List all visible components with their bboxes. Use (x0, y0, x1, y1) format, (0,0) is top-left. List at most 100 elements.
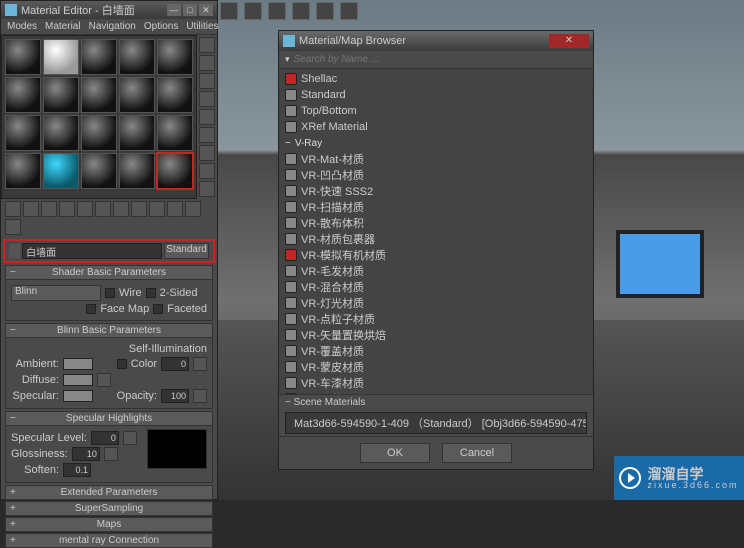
go-forward-icon[interactable] (5, 219, 21, 235)
video-check-icon[interactable] (199, 109, 215, 125)
toolbar-icon[interactable] (292, 2, 310, 20)
rollout-mental-ray[interactable]: mental ray Connection (5, 533, 213, 548)
material-slot[interactable] (81, 39, 117, 75)
material-slot[interactable] (119, 77, 155, 113)
browser-titlebar[interactable]: Material/Map Browser ✕ (279, 31, 593, 51)
self-illum-map-button[interactable] (193, 357, 207, 371)
material-slot[interactable] (43, 115, 79, 151)
material-swatch-icon (285, 185, 297, 197)
material-slot[interactable] (119, 115, 155, 151)
material-slot[interactable] (81, 153, 117, 189)
material-slot[interactable] (43, 39, 79, 75)
self-illum-color-checkbox[interactable] (117, 359, 127, 369)
material-map-navigator-icon[interactable] (199, 181, 215, 197)
two-sided-checkbox[interactable] (146, 288, 156, 298)
pick-material-icon[interactable] (9, 244, 20, 258)
put-to-scene-icon[interactable] (23, 201, 39, 217)
material-slot[interactable] (81, 77, 117, 113)
material-slots (1, 35, 197, 199)
shader-combo[interactable]: Blinn (11, 285, 101, 301)
preview-icon[interactable] (199, 127, 215, 143)
material-slot[interactable] (157, 115, 193, 151)
search-input[interactable] (294, 54, 587, 65)
material-editor-titlebar[interactable]: Material Editor - 白墙面 — □ ✕ (1, 1, 217, 19)
material-slot[interactable] (5, 39, 41, 75)
toolbar-icon[interactable] (268, 2, 286, 20)
show-map-icon[interactable] (149, 201, 165, 217)
scene-material-item[interactable]: Mat3d66-594590-1-409 （Standard） [Obj3d66… (285, 412, 587, 434)
material-type-button[interactable]: Standard (164, 243, 209, 259)
material-slot[interactable] (5, 153, 41, 189)
options-icon[interactable] (199, 145, 215, 161)
sample-uv-icon[interactable] (199, 91, 215, 107)
diffuse-swatch[interactable] (63, 374, 93, 386)
toolbar-icon[interactable] (316, 2, 334, 20)
material-id-icon[interactable] (131, 201, 147, 217)
opacity-map-button[interactable] (193, 389, 207, 403)
toolbar-icon[interactable] (340, 2, 358, 20)
menu-modes[interactable]: Modes (7, 21, 37, 32)
toolbar-icon[interactable] (220, 2, 238, 20)
get-material-icon[interactable] (5, 201, 21, 217)
material-swatch-icon (285, 217, 297, 229)
material-slot[interactable] (5, 77, 41, 113)
sample-type-icon[interactable] (199, 37, 215, 53)
rollout-supersampling[interactable]: SuperSampling (5, 501, 213, 516)
cancel-button[interactable]: Cancel (442, 443, 512, 463)
backlight-icon[interactable] (199, 55, 215, 71)
gloss-map-button[interactable] (104, 447, 118, 461)
diffuse-map-button[interactable] (97, 373, 111, 387)
close-button[interactable]: ✕ (199, 4, 213, 16)
spec-level-map-button[interactable] (123, 431, 137, 445)
rollout-header[interactable]: Blinn Basic Parameters (5, 323, 213, 338)
material-slot-selected[interactable] (157, 153, 193, 189)
self-illum-spinner[interactable]: 0 (161, 357, 189, 371)
go-parent-icon[interactable] (185, 201, 201, 217)
soften-spinner[interactable]: 0.1 (63, 463, 91, 477)
rollout-extended-parameters[interactable]: Extended Parameters (5, 485, 213, 500)
material-name-input[interactable] (22, 243, 162, 259)
specular-swatch[interactable] (63, 390, 93, 402)
rollout-maps[interactable]: Maps (5, 517, 213, 532)
material-slot[interactable] (157, 39, 193, 75)
minimize-button[interactable]: — (167, 4, 181, 16)
opacity-spinner[interactable]: 100 (161, 389, 189, 403)
maximize-button[interactable]: □ (183, 4, 197, 16)
gloss-spinner[interactable]: 10 (72, 447, 100, 461)
ambient-swatch[interactable] (63, 358, 93, 370)
toolbar-icon[interactable] (244, 2, 262, 20)
spec-level-spinner[interactable]: 0 (91, 431, 119, 445)
material-slot[interactable] (81, 115, 117, 151)
menu-navigation[interactable]: Navigation (89, 21, 136, 32)
material-slot[interactable] (43, 77, 79, 113)
material-swatch-icon (285, 265, 297, 277)
material-slot[interactable] (5, 115, 41, 151)
make-copy-icon[interactable] (77, 201, 93, 217)
material-swatch-icon (285, 329, 297, 341)
menu-utilities[interactable]: Utilities (186, 21, 218, 32)
close-button[interactable]: ✕ (549, 34, 589, 48)
background-icon[interactable] (199, 73, 215, 89)
list-group-vray[interactable]: V-Ray (279, 135, 593, 151)
menu-material[interactable]: Material (45, 21, 81, 32)
make-unique-icon[interactable] (95, 201, 111, 217)
material-list[interactable]: Shellac Standard Top/Bottom XRef Materia… (279, 69, 593, 394)
reset-map-icon[interactable] (59, 201, 75, 217)
face-map-checkbox[interactable] (86, 304, 96, 314)
rollout-header[interactable]: Shader Basic Parameters (5, 265, 213, 280)
material-slot[interactable] (157, 77, 193, 113)
show-end-result-icon[interactable] (167, 201, 183, 217)
assign-to-selection-icon[interactable] (41, 201, 57, 217)
faceted-checkbox[interactable] (153, 304, 163, 314)
put-to-library-icon[interactable] (113, 201, 129, 217)
material-slot[interactable] (43, 153, 79, 189)
rollout-header[interactable]: Specular Highlights (5, 411, 213, 426)
wire-checkbox[interactable] (105, 288, 115, 298)
ok-button[interactable]: OK (360, 443, 430, 463)
select-by-material-icon[interactable] (199, 163, 215, 179)
material-slot[interactable] (119, 39, 155, 75)
scene-materials-group[interactable]: Scene Materials (279, 394, 593, 410)
material-slot[interactable] (119, 153, 155, 189)
list-item: VR-车漆材质 (279, 375, 593, 391)
menu-options[interactable]: Options (144, 21, 178, 32)
